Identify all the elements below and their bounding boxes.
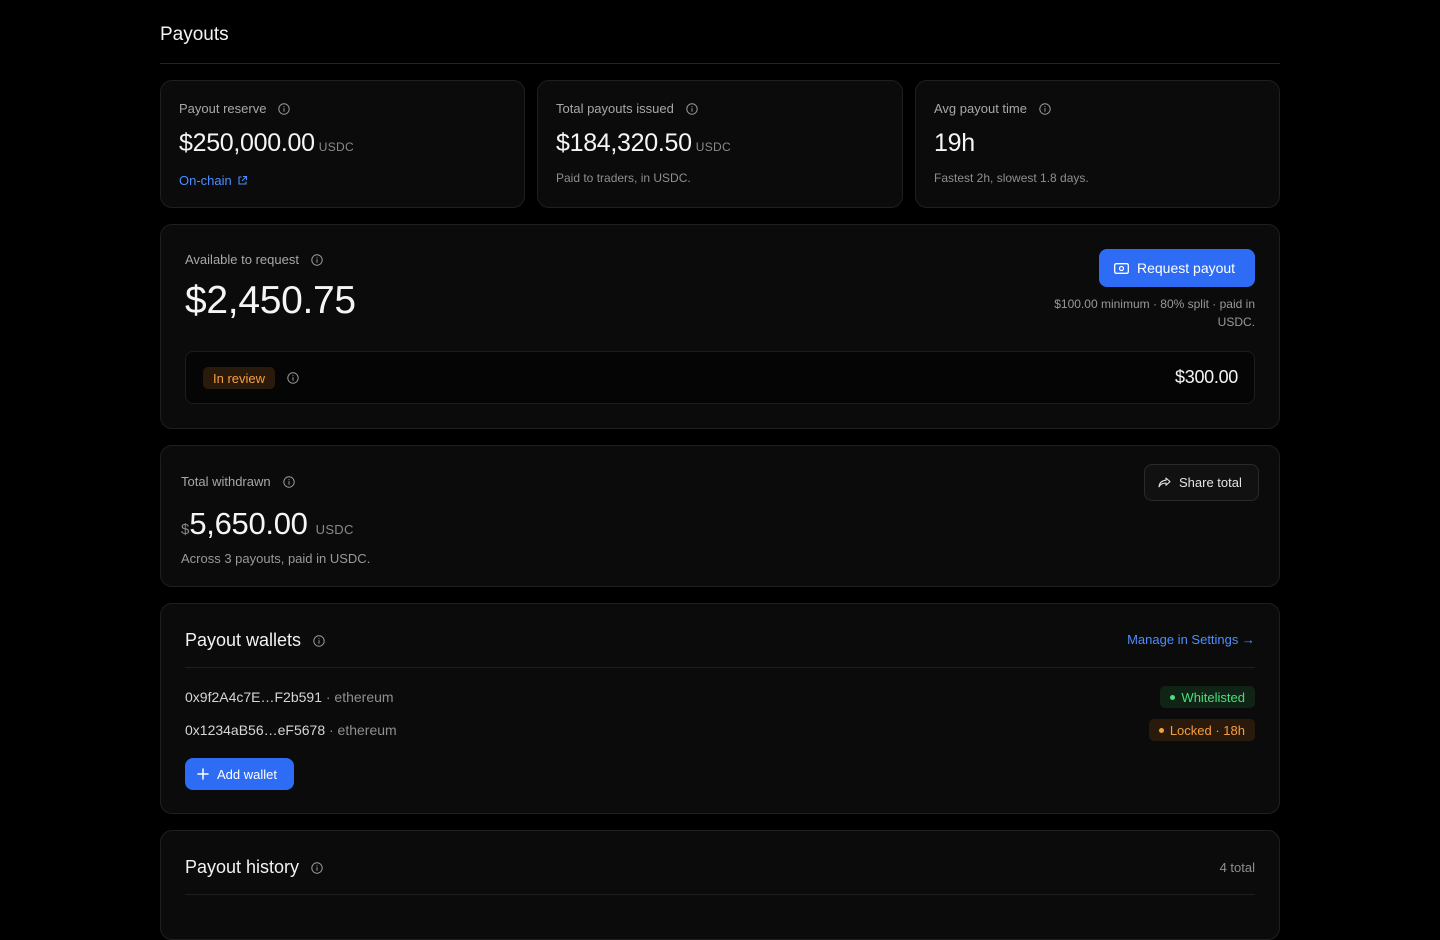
- withdrawn-label-row: Total withdrawn: [181, 474, 295, 489]
- share-icon: [1158, 477, 1171, 488]
- status-dot: [1170, 694, 1176, 700]
- avg-payout-label: Avg payout time: [934, 101, 1027, 116]
- history-count: 4 total: [1219, 860, 1255, 875]
- available-label: Available to request: [185, 252, 299, 267]
- withdrawn-currency-symbol: $: [181, 521, 190, 538]
- add-wallet-label: Add wallet: [217, 766, 277, 782]
- wallets-title: Payout wallets: [185, 630, 302, 650]
- wallet-address-value: 0x9f2A4c7E…F2b591: [185, 689, 322, 705]
- wallet-address-value: 0x1234aB56…eF5678: [185, 722, 326, 738]
- request-payout-label: Request payout: [1137, 260, 1236, 276]
- info-icon[interactable]: [1039, 102, 1051, 115]
- payout-reserve-label: Payout reserve: [179, 101, 267, 116]
- locked-badge-label: Locked · 18h: [1169, 722, 1245, 738]
- info-icon[interactable]: [278, 102, 291, 115]
- info-icon[interactable]: [686, 102, 698, 115]
- total-withdrawn-card: Total withdrawn $ 5,650.00 USDC Across 3…: [160, 445, 1280, 587]
- total-payouts-unit: USDC: [695, 140, 731, 154]
- wallet-address: 0x9f2A4c7E…F2b591 · ethereum: [185, 689, 394, 705]
- payout-history-card: Payout history 4 total: [160, 830, 1280, 940]
- total-payouts-label: Total payouts issued: [556, 101, 674, 116]
- pending-status-group: In review: [203, 367, 299, 389]
- withdrawn-unit: USDC: [315, 522, 354, 537]
- history-title-row: Payout history: [185, 857, 323, 878]
- avg-payout-value-row: 19h: [934, 129, 975, 158]
- available-label-row: Available to request: [185, 252, 323, 267]
- page-title: Payouts: [160, 24, 229, 45]
- info-icon[interactable]: [282, 475, 295, 488]
- avg-payout-time-card: Avg payout time 19h Fastest 2h, slowest …: [915, 80, 1280, 208]
- history-title: Payout history: [185, 857, 300, 877]
- share-total-button[interactable]: Share total: [1144, 464, 1259, 501]
- payout-reserve-unit: USDC: [318, 140, 354, 154]
- external-link-icon: [237, 175, 248, 186]
- avg-payout-label-row: Avg payout time: [934, 101, 1051, 116]
- in-review-badge: In review: [203, 367, 276, 389]
- wallet-row: 0x1234aB56…eF5678 · ethereum Locked · 18…: [185, 718, 1255, 742]
- payout-reserve-label-row: Payout reserve: [179, 101, 291, 116]
- banknote-icon: [1114, 262, 1129, 274]
- info-icon[interactable]: [287, 372, 299, 384]
- title-divider: [160, 63, 1280, 64]
- info-icon[interactable]: [313, 634, 325, 647]
- avg-payout-note: Fastest 2h, slowest 1.8 days.: [934, 171, 1089, 185]
- wallet-chain: · ethereum: [321, 689, 394, 705]
- withdrawn-value-row: $ 5,650.00 USDC: [181, 506, 354, 542]
- share-total-label: Share total: [1179, 475, 1242, 490]
- add-wallet-button[interactable]: Add wallet: [185, 758, 294, 790]
- locked-badge: Locked · 18h: [1148, 719, 1255, 741]
- whitelisted-badge: Whitelisted: [1160, 686, 1255, 708]
- info-icon[interactable]: [311, 861, 323, 874]
- withdrawn-value: 5,650.00: [189, 506, 308, 541]
- payout-reserve-value: $250,000.00: [179, 129, 315, 157]
- payout-wallets-card: Payout wallets Manage in Settings → 0x9f…: [160, 603, 1280, 814]
- total-payouts-note: Paid to traders, in USDC.: [556, 171, 691, 185]
- info-icon[interactable]: [311, 253, 323, 266]
- total-payouts-value-row: $184,320.50 USDC: [556, 129, 731, 158]
- on-chain-link[interactable]: On-chain: [179, 173, 248, 188]
- whitelisted-badge-label: Whitelisted: [1181, 689, 1245, 705]
- available-to-request-card: Available to request $2,450.75 Request p…: [160, 224, 1280, 429]
- payout-terms: $100.00 minimum · 80% split · paid in US…: [1054, 297, 1255, 329]
- wallets-divider: [185, 667, 1255, 668]
- total-payouts-label-row: Total payouts issued: [556, 101, 698, 116]
- request-payout-button[interactable]: Request payout: [1099, 249, 1255, 287]
- wallet-chain: · ethereum: [325, 722, 397, 738]
- wallets-title-row: Payout wallets: [185, 630, 325, 651]
- wallet-row: 0x9f2A4c7E…F2b591 · ethereum Whitelisted: [185, 685, 1255, 709]
- payout-reserve-value-row: $250,000.00 USDC: [179, 129, 354, 158]
- status-dot: [1158, 727, 1164, 733]
- withdrawn-note: Across 3 payouts, paid in USDC.: [181, 551, 371, 566]
- total-payouts-card: Total payouts issued $184,320.50 USDC Pa…: [537, 80, 903, 208]
- payout-reserve-card: Payout reserve $250,000.00 USDC On-chain: [160, 80, 525, 208]
- avg-payout-value: 19h: [934, 129, 975, 157]
- pending-amount: $300.00: [1175, 367, 1238, 387]
- plus-icon: [197, 768, 209, 780]
- withdrawn-label: Total withdrawn: [181, 474, 271, 489]
- wallet-address: 0x1234aB56…eF5678 · ethereum: [185, 722, 397, 738]
- available-amount: $2,450.75: [185, 279, 356, 322]
- on-chain-link-label: On-chain: [179, 173, 232, 188]
- manage-in-settings-link[interactable]: Manage in Settings →: [1127, 632, 1255, 647]
- pending-payout-row: In review $300.00: [185, 351, 1255, 404]
- history-divider: [185, 894, 1255, 895]
- total-payouts-value: $184,320.50: [556, 129, 692, 157]
